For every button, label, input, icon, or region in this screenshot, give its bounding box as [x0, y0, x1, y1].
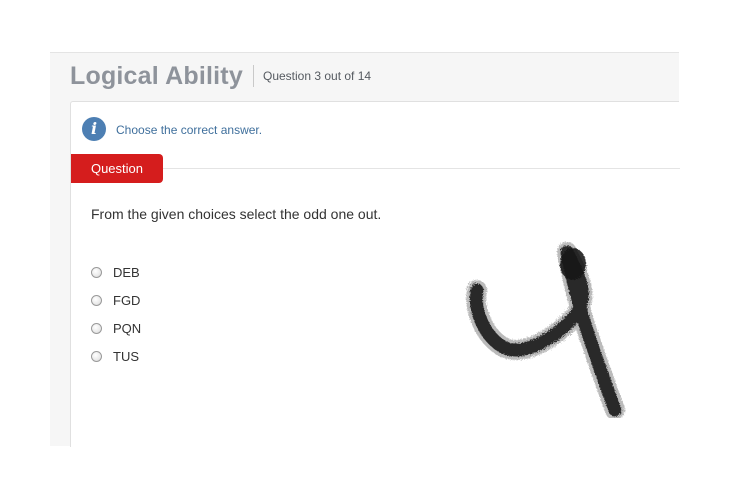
question-tab: Question	[71, 154, 163, 183]
option-deb[interactable]: DEB	[91, 263, 140, 281]
option-pqn[interactable]: PQN	[91, 319, 141, 337]
question-text: From the given choices select the odd on…	[91, 206, 382, 222]
option-tus[interactable]: TUS	[91, 347, 139, 365]
option-radio[interactable]	[91, 266, 102, 278]
option-fgd[interactable]: FGD	[91, 291, 140, 309]
option-label: FGD	[113, 292, 141, 308]
option-radio[interactable]	[91, 322, 102, 334]
info-icon: i	[82, 117, 106, 141]
section-header: Logical Ability Question 3 out of 14	[50, 53, 679, 101]
handwritten-4-scribble	[466, 242, 625, 418]
option-radio[interactable]	[91, 350, 102, 362]
option-label: TUS	[113, 348, 139, 364]
instruction-text: Choose the correct answer.	[116, 123, 263, 137]
question-counter: Question 3 out of 14	[263, 69, 372, 83]
option-label: PQN	[113, 320, 142, 336]
stage: Logical Ability Question 3 out of 14 i C…	[0, 0, 729, 496]
option-radio[interactable]	[91, 294, 102, 306]
section-title: Logical Ability	[70, 62, 243, 90]
option-label: DEB	[113, 264, 140, 280]
header-divider	[253, 65, 254, 87]
